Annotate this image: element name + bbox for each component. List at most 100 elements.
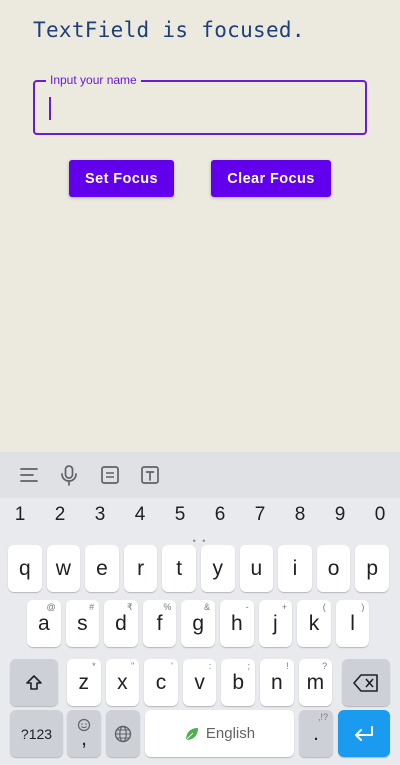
key-y[interactable]: y [201, 545, 235, 592]
globe-icon [114, 725, 132, 742]
key-hint: % [163, 602, 172, 612]
key-label: k [308, 611, 320, 635]
shift-key[interactable] [10, 659, 58, 706]
period-label: . [313, 721, 319, 745]
key-hint: ) [361, 602, 365, 612]
menu-icon[interactable] [18, 464, 40, 486]
key-label: m [306, 670, 325, 694]
key-label: o [327, 556, 340, 580]
key-label: r [137, 556, 145, 580]
key-label: f [156, 611, 163, 635]
key-w[interactable]: w [46, 545, 81, 592]
number-key[interactable]: 5 [160, 504, 200, 526]
number-key[interactable]: 8 [280, 504, 320, 526]
key-label: z [78, 670, 90, 694]
key-label: u [250, 556, 263, 580]
key-n[interactable]: n! [260, 659, 294, 706]
key-r[interactable]: r [123, 545, 158, 592]
key-b[interactable]: b; [221, 659, 255, 706]
number-key[interactable]: 6 [200, 504, 240, 526]
enter-key[interactable] [338, 710, 390, 757]
key-label: h [230, 611, 243, 635]
keyboard-page-dots: • • [192, 536, 208, 546]
key-m[interactable]: m? [298, 659, 333, 706]
key-label: q [18, 556, 31, 580]
comma-key[interactable]: , [67, 710, 101, 757]
key-h[interactable]: h- [220, 600, 254, 647]
symbols-key[interactable]: ?123 [10, 710, 63, 757]
key-p[interactable]: p [355, 545, 389, 592]
key-hint: ₹ [127, 602, 133, 612]
number-row: 1234567890 [0, 504, 400, 534]
text-icon[interactable] [139, 464, 161, 486]
key-o[interactable]: o [316, 545, 351, 592]
key-label: g [192, 611, 205, 635]
number-key[interactable]: 3 [80, 504, 120, 526]
set-focus-button[interactable]: Set Focus [69, 160, 174, 197]
language-key[interactable] [106, 710, 140, 757]
clear-focus-button[interactable]: Clear Focus [211, 160, 331, 197]
key-hint: : [208, 661, 212, 671]
key-hint: ? [322, 661, 328, 671]
soft-keyboard: 1234567890 • • qwertyuiop a @ s # d ₹ f% g & h - j +… [0, 452, 400, 765]
key-hint: ( [322, 602, 326, 612]
key-hint: @ [46, 602, 56, 612]
key-d[interactable]: d ₹ [104, 600, 138, 647]
key-u[interactable]: u [239, 545, 274, 592]
key-hint: " [130, 661, 135, 671]
number-key[interactable]: 4 [120, 504, 160, 526]
backspace-key[interactable] [342, 659, 390, 706]
key-a[interactable]: a @ [27, 600, 61, 647]
key-l[interactable]: l) [335, 600, 370, 647]
number-key[interactable]: 0 [360, 504, 400, 526]
key-v[interactable]: v: [182, 659, 217, 706]
key-e[interactable]: e [85, 545, 119, 592]
keyboard-toolbar [0, 452, 400, 498]
key-label: t [176, 556, 183, 580]
key-g[interactable]: g & [181, 600, 215, 647]
key-hint: * [92, 661, 96, 671]
space-bar-label: English [205, 725, 256, 742]
space-bar[interactable]: English [145, 710, 294, 757]
key-label: c [155, 670, 167, 694]
key-j[interactable]: j + [258, 600, 293, 647]
key-z[interactable]: z * [67, 659, 101, 706]
key-hint: + [281, 602, 288, 612]
key-label: i [292, 556, 298, 580]
key-label: e [96, 556, 108, 580]
key-c[interactable]: c ' [144, 659, 178, 706]
key-i[interactable]: i [278, 545, 312, 592]
key-hint: & [203, 602, 210, 612]
key-k[interactable]: k( [297, 600, 331, 647]
backspace-icon [353, 673, 378, 692]
key-hint: - [245, 602, 249, 612]
name-text-field[interactable]: Input your name [33, 73, 367, 135]
number-key[interactable]: 1 [0, 504, 40, 526]
focus-status-text: TextField is focused. [33, 18, 305, 42]
shift-arrow-icon [26, 674, 42, 690]
key-label: a [37, 611, 50, 635]
key-label: v [194, 670, 205, 694]
key-s[interactable]: s # [65, 600, 100, 647]
number-key[interactable]: 2 [40, 504, 80, 526]
key-x[interactable]: x " [105, 659, 140, 706]
period-key-hint: ,!? [317, 712, 328, 722]
leaf-icon [185, 727, 198, 740]
key-label: s [77, 611, 88, 635]
key-label: j [273, 611, 278, 635]
key-q[interactable]: q [8, 545, 42, 592]
name-input[interactable] [35, 82, 365, 133]
enter-arrow-icon [355, 725, 373, 741]
key-label: y [212, 556, 224, 580]
key-label: n [270, 670, 283, 694]
clipboard-icon[interactable] [99, 464, 121, 486]
comma-label: , [81, 726, 87, 750]
number-key[interactable]: 7 [240, 504, 280, 526]
key-label: b [232, 670, 245, 694]
key-t[interactable]: t [162, 545, 196, 592]
key-label: x [117, 670, 128, 694]
period-key[interactable]: ,!? . [299, 710, 333, 757]
microphone-icon[interactable] [58, 464, 80, 486]
number-key[interactable]: 9 [320, 504, 360, 526]
key-f[interactable]: f% [142, 600, 177, 647]
